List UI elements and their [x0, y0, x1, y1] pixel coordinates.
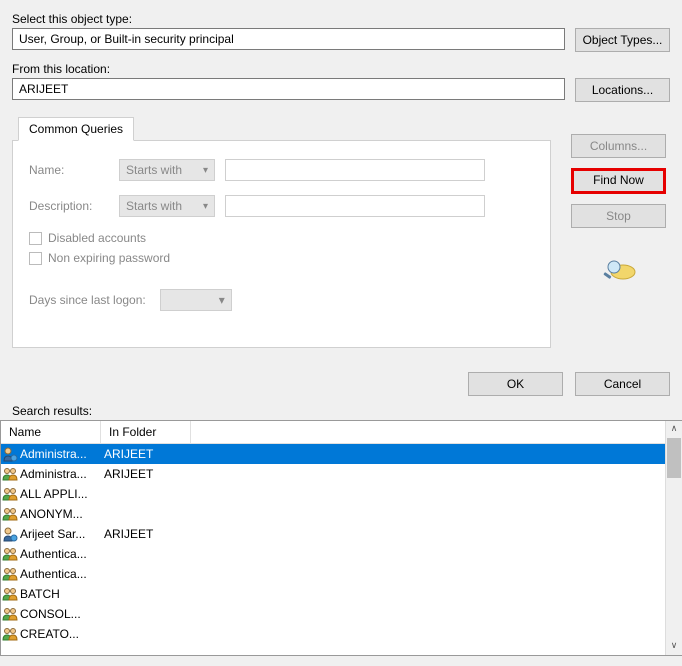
row-folder: ARIJEET [102, 447, 192, 461]
description-label: Description: [29, 199, 109, 213]
row-name: BATCH [20, 587, 102, 601]
chevron-down-icon: ▾ [203, 165, 208, 176]
tab-body: Name: Starts with ▾ Description: Starts … [12, 140, 551, 348]
row-folder: ARIJEET [102, 527, 192, 541]
columns-button[interactable]: Columns... [571, 134, 666, 158]
scroll-thumb[interactable] [667, 438, 681, 478]
group-icon [2, 506, 20, 522]
group-icon [2, 546, 20, 562]
description-mode-value: Starts with [126, 199, 182, 213]
name-mode-combo[interactable]: Starts with ▾ [119, 159, 215, 181]
table-row[interactable]: ALL APPLI... [1, 484, 665, 504]
results-header: Name In Folder [1, 421, 665, 444]
days-since-combo[interactable]: ▾ [160, 289, 232, 311]
group-icon [2, 566, 20, 582]
table-row[interactable]: Administra...ARIJEET [1, 464, 665, 484]
from-location-label: From this location: [12, 62, 670, 76]
table-row[interactable]: BATCH [1, 584, 665, 604]
group-icon [2, 606, 20, 622]
row-name: Authentica... [20, 567, 102, 581]
row-name: ANONYM... [20, 507, 102, 521]
find-now-button[interactable]: Find Now [571, 168, 666, 194]
scroll-up-button[interactable]: ∧ [666, 421, 682, 438]
stop-button[interactable]: Stop [571, 204, 666, 228]
disabled-accounts-label: Disabled accounts [48, 231, 146, 245]
column-header-folder[interactable]: In Folder [101, 421, 191, 443]
table-row[interactable]: ANONYM... [1, 504, 665, 524]
non-expiring-checkbox[interactable] [29, 252, 42, 265]
group-icon [2, 466, 20, 482]
table-row[interactable]: Authentica... [1, 544, 665, 564]
tab-common-queries[interactable]: Common Queries [18, 117, 134, 141]
row-name: Administra... [20, 447, 102, 461]
scroll-down-button[interactable]: ∨ [666, 638, 682, 655]
ok-button[interactable]: OK [468, 372, 563, 396]
object-types-button[interactable]: Object Types... [575, 28, 670, 52]
table-row[interactable]: CONSOL... [1, 604, 665, 624]
row-name: ALL APPLI... [20, 487, 102, 501]
search-results-label: Search results: [12, 404, 682, 418]
column-header-name[interactable]: Name [1, 421, 101, 443]
row-folder: ARIJEET [102, 467, 192, 481]
results-list: Name In Folder Administra...ARIJEETAdmin… [0, 420, 682, 656]
row-name: Arijeet Sar... [20, 527, 102, 541]
row-name: CREATO... [20, 627, 102, 641]
cancel-button[interactable]: Cancel [575, 372, 670, 396]
name-mode-value: Starts with [126, 163, 182, 177]
disabled-accounts-checkbox[interactable] [29, 232, 42, 245]
locations-button[interactable]: Locations... [575, 78, 670, 102]
name-input[interactable] [225, 159, 485, 181]
row-name: CONSOL... [20, 607, 102, 621]
name-label: Name: [29, 163, 109, 177]
chevron-down-icon: ▾ [203, 201, 208, 212]
group-icon [2, 486, 20, 502]
row-name: Authentica... [20, 547, 102, 561]
user-icon [2, 526, 20, 542]
row-name: Administra... [20, 467, 102, 481]
non-expiring-label: Non expiring password [48, 251, 170, 265]
location-field: ARIJEET [12, 78, 565, 100]
search-icon [601, 258, 637, 282]
table-row[interactable]: CREATO... [1, 624, 665, 644]
description-mode-combo[interactable]: Starts with ▾ [119, 195, 215, 217]
table-row[interactable]: Arijeet Sar...ARIJEET [1, 524, 665, 544]
description-input[interactable] [225, 195, 485, 217]
object-type-field: User, Group, or Built-in security princi… [12, 28, 565, 50]
table-row[interactable]: Authentica... [1, 564, 665, 584]
group-icon [2, 626, 20, 642]
select-object-label: Select this object type: [12, 12, 670, 26]
chevron-down-icon: ▾ [219, 293, 225, 307]
days-since-label: Days since last logon: [29, 293, 146, 307]
table-row[interactable]: Administra...ARIJEET [1, 444, 665, 464]
scrollbar[interactable]: ∧ ∨ [665, 421, 682, 655]
user-icon [2, 446, 20, 462]
group-icon [2, 586, 20, 602]
